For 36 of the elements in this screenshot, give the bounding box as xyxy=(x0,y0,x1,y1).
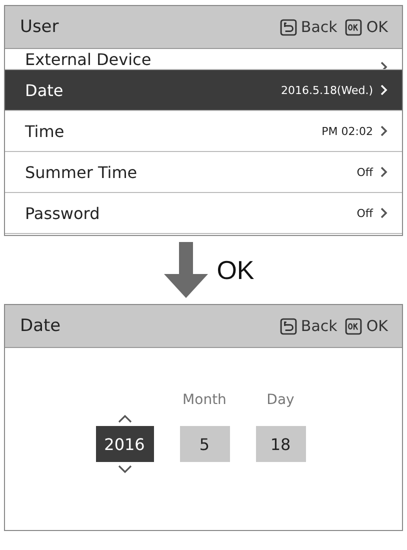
ok-button[interactable]: OK xyxy=(345,18,388,36)
screen-title: User xyxy=(20,17,59,37)
menu-row[interactable]: Summer Time Off xyxy=(5,152,402,193)
row-value: PM 02:02 xyxy=(322,124,373,138)
chevron-down-icon[interactable] xyxy=(116,464,132,474)
menu-row[interactable]: Date 2016.5.18(Wed.) xyxy=(5,70,402,111)
ok-key-icon xyxy=(345,318,362,334)
down-arrow-icon xyxy=(162,242,209,298)
row-value: Off xyxy=(356,166,373,178)
row-value: Off xyxy=(356,206,373,220)
row-label: Date xyxy=(25,80,64,100)
back-icon xyxy=(280,18,297,36)
step-label: OK xyxy=(216,254,254,286)
row-label: Summer Time xyxy=(25,162,138,182)
chevron-right-icon xyxy=(380,207,388,219)
row-label: Time xyxy=(25,122,64,140)
field-label: Month xyxy=(182,392,226,410)
chevron-right-icon xyxy=(380,84,388,96)
chevron-right-icon xyxy=(380,166,388,178)
chevron-right-icon xyxy=(380,125,388,137)
row-value: 2016.5.18(Wed.) xyxy=(280,84,373,96)
chevron-up-icon[interactable] xyxy=(116,414,132,424)
ok-key-icon xyxy=(345,18,362,36)
date-spinner-field[interactable]: 18 xyxy=(256,426,306,462)
menu-row[interactable]: Password Off xyxy=(5,193,402,234)
row-label: Password xyxy=(25,204,100,222)
back-button[interactable]: Back xyxy=(280,18,338,36)
row-label: External Device xyxy=(25,50,152,69)
menu-row[interactable]: Time PM 02:02 xyxy=(5,111,402,152)
back-button[interactable]: Back xyxy=(280,317,338,335)
ok-button[interactable]: OK xyxy=(345,317,388,335)
date-spinner-field[interactable]: 5 xyxy=(180,426,230,462)
back-icon xyxy=(280,318,297,334)
date-spinner-field[interactable]: 2016 xyxy=(96,426,154,462)
screen-title: Date xyxy=(20,316,61,336)
field-label: Day xyxy=(266,392,294,410)
